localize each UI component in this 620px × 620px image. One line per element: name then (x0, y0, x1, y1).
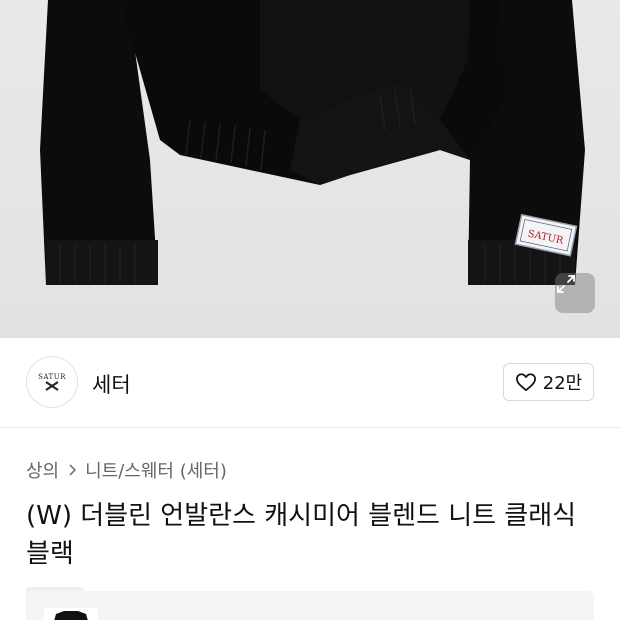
expand-arrows-icon (557, 275, 575, 293)
sweater-thumbnail-icon (54, 611, 88, 620)
heart-outline-icon (515, 373, 536, 392)
zoom-button[interactable] (555, 273, 595, 313)
like-count: 22만 (542, 373, 583, 394)
crossed-hands-logo-icon (45, 381, 59, 391)
product-image-area[interactable]: SATUR (0, 0, 620, 338)
option-card[interactable] (26, 591, 594, 620)
chevron-right-icon (67, 463, 77, 477)
product-title: (W) 더블린 언발란스 캐시미어 블렌드 니트 클래식 블랙 (26, 501, 577, 569)
like-button[interactable]: 22만 (503, 363, 594, 401)
breadcrumb: 상의 니트/스웨터 (세터) (26, 457, 227, 483)
breadcrumb-item-category[interactable]: 상의 (26, 457, 59, 483)
option-thumbnail[interactable] (44, 608, 98, 620)
brand-logo[interactable]: SATUR (26, 356, 78, 408)
brand-logo-text: SATUR (38, 373, 66, 381)
breadcrumb-item-subcategory[interactable]: 니트/스웨터 (세터) (85, 457, 227, 483)
brand-name[interactable]: 세터 (92, 369, 131, 399)
brand-row: SATUR 세터 22만 (0, 338, 620, 428)
sweater-image: SATUR (0, 0, 620, 338)
